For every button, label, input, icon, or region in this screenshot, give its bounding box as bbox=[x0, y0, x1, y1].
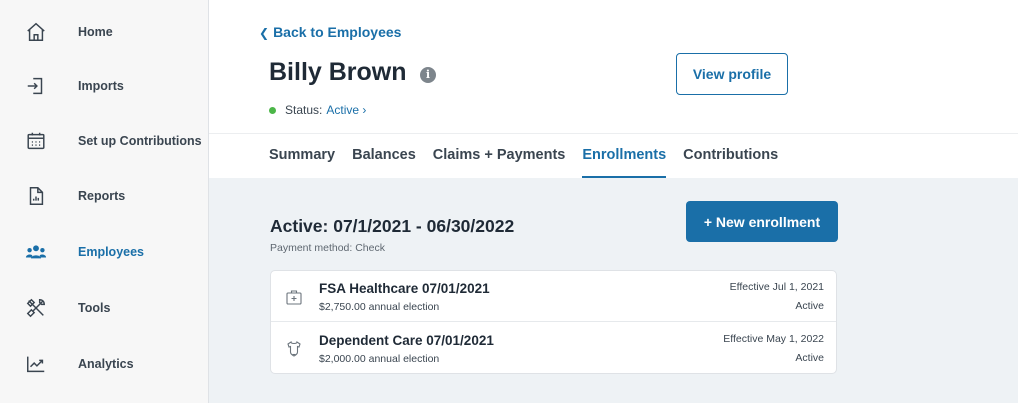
enrollment-status: Active bbox=[795, 352, 824, 364]
tab-bar: Summary Balances Claims + Payments Enrol… bbox=[269, 134, 795, 178]
tab-enrollments[interactable]: Enrollments bbox=[582, 134, 666, 178]
payment-method: Payment method: Check bbox=[270, 242, 385, 254]
info-icon[interactable]: i bbox=[420, 67, 436, 83]
baby-onesie-icon bbox=[285, 340, 303, 358]
sidebar-item-label: Reports bbox=[78, 189, 126, 203]
tab-contributions[interactable]: Contributions bbox=[683, 134, 778, 178]
first-aid-kit-icon bbox=[285, 288, 303, 306]
enrollment-title: FSA Healthcare 07/01/2021 bbox=[319, 281, 490, 296]
sidebar-item-analytics[interactable]: Analytics bbox=[0, 336, 208, 392]
enrollment-election: $2,000.00 annual election bbox=[319, 353, 440, 365]
enrollment-effective-date: Effective Jul 1, 2021 bbox=[729, 281, 824, 293]
sidebar-item-home[interactable]: Home bbox=[0, 4, 208, 60]
enrollment-list: FSA Healthcare 07/01/2021 $2,750.00 annu… bbox=[270, 270, 837, 374]
plan-period-title: Active: 07/1/2021 - 06/30/2022 bbox=[270, 216, 515, 236]
sidebar-item-label: Set up Contributions bbox=[78, 134, 202, 148]
sidebar-item-label: Analytics bbox=[78, 357, 134, 371]
sidebar-item-reports[interactable]: Reports bbox=[0, 168, 208, 224]
status-label: Status: bbox=[285, 103, 323, 117]
employee-header: ❮ Back to Employees Billy Brown i Status:… bbox=[209, 0, 1018, 178]
tab-balances[interactable]: Balances bbox=[352, 134, 416, 178]
home-icon bbox=[24, 20, 48, 44]
new-enrollment-button[interactable]: + New enrollment bbox=[686, 201, 838, 242]
status-dot bbox=[269, 106, 276, 114]
employee-name: Billy Brown bbox=[269, 58, 407, 86]
back-link-label: Back to Employees bbox=[273, 24, 402, 40]
enrollment-effective-date: Effective May 1, 2022 bbox=[723, 333, 824, 345]
enrollments-panel: Active: 07/1/2021 - 06/30/2022 Payment m… bbox=[209, 178, 1018, 403]
chevron-left-icon: ❮ bbox=[259, 26, 270, 40]
report-document-icon bbox=[24, 184, 48, 208]
sidebar-item-label: Home bbox=[78, 25, 113, 39]
sidebar: Home Imports Set up Contributions Report… bbox=[0, 0, 209, 403]
sidebar-item-employees[interactable]: Employees bbox=[0, 224, 208, 280]
sidebar-item-set-up-contributions[interactable]: Set up Contributions bbox=[0, 113, 208, 169]
sidebar-item-label: Employees bbox=[78, 245, 145, 259]
tab-summary[interactable]: Summary bbox=[269, 134, 335, 178]
analytics-icon bbox=[24, 352, 48, 376]
view-profile-button[interactable]: View profile bbox=[676, 53, 788, 95]
enrollment-item-fsa-healthcare[interactable]: FSA Healthcare 07/01/2021 $2,750.00 annu… bbox=[271, 271, 836, 322]
status-link[interactable]: Active › bbox=[326, 103, 366, 117]
sidebar-item-imports[interactable]: Imports bbox=[0, 58, 208, 114]
sidebar-item-label: Tools bbox=[78, 301, 111, 315]
import-icon bbox=[24, 74, 48, 98]
enrollment-item-dependent-care[interactable]: Dependent Care 07/01/2021 $2,000.00 annu… bbox=[271, 323, 836, 374]
sidebar-item-tools[interactable]: Tools bbox=[0, 280, 208, 336]
tab-claims-payments[interactable]: Claims + Payments bbox=[433, 134, 566, 178]
back-to-employees-link[interactable]: ❮ Back to Employees bbox=[259, 24, 401, 40]
enrollment-election: $2,750.00 annual election bbox=[319, 301, 440, 313]
status-row: Status: Active › bbox=[269, 103, 366, 117]
sidebar-item-label: Imports bbox=[78, 79, 124, 93]
enrollment-title: Dependent Care 07/01/2021 bbox=[319, 333, 494, 348]
enrollment-status: Active bbox=[795, 300, 824, 312]
calendar-icon bbox=[24, 129, 48, 153]
tools-icon bbox=[24, 296, 48, 320]
people-icon bbox=[24, 240, 48, 264]
